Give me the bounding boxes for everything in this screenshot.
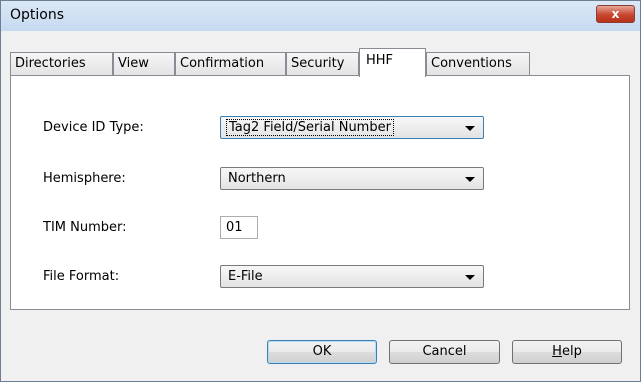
tab-strip: Directories View Confirmation Security H… (10, 48, 630, 77)
help-button[interactable]: Help (512, 340, 622, 364)
help-label-rest: elp (561, 344, 582, 359)
options-dialog: Options x Directories View Confirmation … (0, 0, 641, 382)
hemisphere-label: Hemisphere: (43, 171, 126, 186)
tim-number-label: TIM Number: (43, 220, 127, 235)
chevron-down-icon (465, 275, 475, 280)
file-format-dropdown[interactable]: E-File (220, 265, 484, 288)
close-icon: x (611, 7, 620, 21)
tab-confirmation[interactable]: Confirmation (175, 52, 286, 76)
tab-directories[interactable]: Directories (10, 52, 113, 76)
tab-hhf[interactable]: HHF (359, 48, 426, 77)
tim-number-input[interactable]: 01 (220, 216, 258, 239)
device-id-type-dropdown[interactable]: Tag2 Field/Serial Number (220, 116, 484, 139)
chevron-down-icon (465, 177, 475, 182)
tab-security[interactable]: Security (286, 52, 359, 76)
chevron-down-icon (465, 126, 475, 131)
file-format-value: E-File (228, 269, 263, 284)
tab-conventions[interactable]: Conventions (426, 52, 530, 76)
close-button[interactable]: x (596, 5, 635, 23)
title-bar: Options x (1, 1, 640, 31)
device-id-type-label: Device ID Type: (43, 120, 144, 135)
tab-view[interactable]: View (113, 52, 175, 76)
device-id-type-value: Tag2 Field/Serial Number (226, 119, 394, 136)
dialog-title: Options (10, 7, 65, 23)
help-mnemonic: H (552, 344, 562, 359)
hemisphere-value: Northern (228, 171, 286, 186)
cancel-button[interactable]: Cancel (389, 340, 500, 364)
file-format-label: File Format: (43, 269, 120, 284)
hemisphere-dropdown[interactable]: Northern (220, 167, 484, 190)
ok-button[interactable]: OK (267, 340, 377, 364)
hhf-tab-panel: Device ID Type: Tag2 Field/Serial Number… (10, 75, 630, 310)
